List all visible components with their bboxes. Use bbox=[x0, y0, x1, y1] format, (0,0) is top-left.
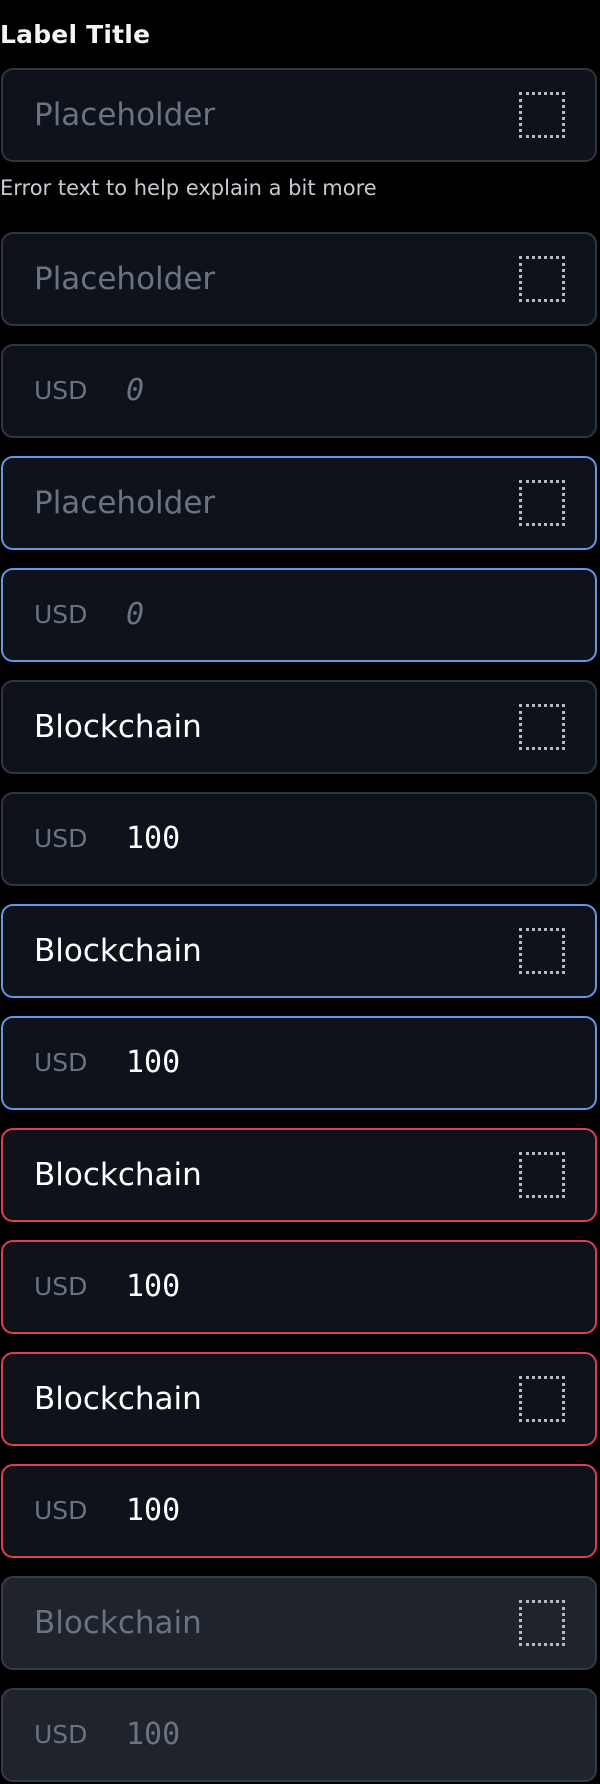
text-field-default-placeholder[interactable]: Placeholder bbox=[1, 232, 597, 326]
amount-value: 100 bbox=[126, 1045, 181, 1080]
placeholder-square-icon bbox=[519, 1376, 565, 1422]
placeholder-text: Placeholder bbox=[34, 485, 216, 521]
currency-label: USD bbox=[34, 1048, 88, 1077]
placeholder-square-icon bbox=[519, 928, 565, 974]
currency-label: USD bbox=[34, 1272, 88, 1301]
amount-field-filled[interactable]: USD 100 bbox=[1, 792, 597, 886]
placeholder-square-icon bbox=[519, 704, 565, 750]
helper-text: Error text to help explain a bit more bbox=[0, 176, 377, 200]
field-value: Blockchain bbox=[34, 709, 202, 745]
amount-field-focus-filled[interactable]: USD 100 bbox=[1, 1016, 597, 1110]
text-field-filled[interactable]: Blockchain bbox=[1, 680, 597, 774]
field-value: Blockchain bbox=[34, 1157, 202, 1193]
placeholder-square-icon bbox=[519, 92, 565, 138]
amount-value: 100 bbox=[126, 1269, 181, 1304]
amount-value: 100 bbox=[126, 821, 181, 856]
currency-label: USD bbox=[34, 1496, 88, 1525]
placeholder-square-icon bbox=[519, 256, 565, 302]
text-field-focus-filled[interactable]: Blockchain bbox=[1, 904, 597, 998]
text-field-focus-placeholder[interactable]: Placeholder bbox=[1, 456, 597, 550]
placeholder-text: Placeholder bbox=[34, 261, 216, 297]
placeholder-text: Placeholder bbox=[34, 97, 216, 133]
amount-field-error[interactable]: USD 100 bbox=[1, 1240, 597, 1334]
amount-value: 100 bbox=[126, 1717, 181, 1752]
text-field-error[interactable]: Blockchain bbox=[1, 1128, 597, 1222]
field-value: Blockchain bbox=[34, 933, 202, 969]
currency-label: USD bbox=[34, 600, 88, 629]
amount-placeholder: 0 bbox=[126, 373, 145, 408]
label-title: Label Title bbox=[0, 20, 151, 49]
currency-label: USD bbox=[34, 824, 88, 853]
amount-placeholder: 0 bbox=[126, 597, 145, 632]
text-field-disabled: Blockchain bbox=[1, 1576, 597, 1670]
amount-field-error[interactable]: USD 100 bbox=[1, 1464, 597, 1558]
text-field-error[interactable]: Blockchain bbox=[1, 1352, 597, 1446]
amount-field-default-placeholder[interactable]: USD 0 bbox=[1, 344, 597, 438]
text-field-default-placeholder[interactable]: Placeholder bbox=[1, 68, 597, 162]
currency-label: USD bbox=[34, 1720, 88, 1749]
placeholder-square-icon bbox=[519, 1152, 565, 1198]
amount-field-disabled: USD 100 bbox=[1, 1688, 597, 1782]
amount-field-focus-placeholder[interactable]: USD 0 bbox=[1, 568, 597, 662]
field-value: Blockchain bbox=[34, 1381, 202, 1417]
amount-value: 100 bbox=[126, 1493, 181, 1528]
placeholder-square-icon bbox=[519, 1600, 565, 1646]
field-value: Blockchain bbox=[34, 1605, 202, 1641]
placeholder-square-icon bbox=[519, 480, 565, 526]
currency-label: USD bbox=[34, 376, 88, 405]
